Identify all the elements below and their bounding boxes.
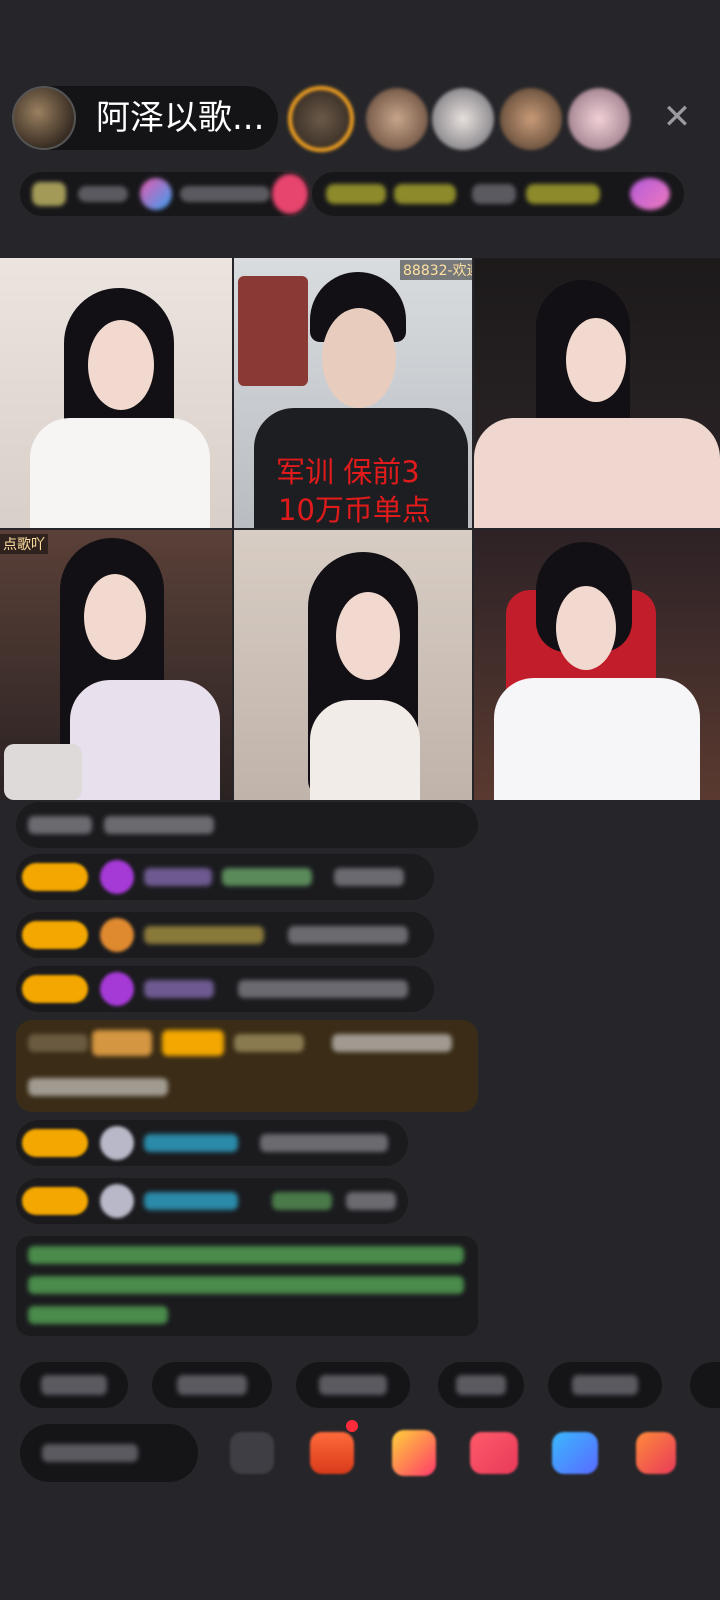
more-icon[interactable] [636,1432,676,1474]
chat-message[interactable] [16,966,434,1012]
activity-strip[interactable] [312,172,684,216]
game-icon[interactable] [552,1432,598,1474]
viewer-avatar[interactable] [568,88,630,150]
viewer-avatar[interactable] [432,88,494,150]
chat-message[interactable] [16,1120,408,1166]
quick-reply-4[interactable] [438,1362,524,1408]
notification-dot [346,1420,358,1432]
chat-message[interactable] [16,1178,408,1224]
promo-overlay-line2: 10万币单点 [278,493,431,527]
emoji-icon[interactable] [230,1432,274,1474]
chat-input-button[interactable] [20,1424,198,1482]
gift-icon[interactable] [470,1432,518,1474]
host-avatar[interactable] [12,86,76,150]
ticker-text: 点歌吖 [0,534,48,554]
quick-reply-2[interactable] [152,1362,272,1408]
gift-box-icon[interactable] [392,1430,436,1476]
quick-reply-6[interactable] [690,1362,720,1408]
quick-reply-3[interactable] [296,1362,410,1408]
viewer-avatar[interactable] [500,88,562,150]
video-tile-2[interactable]: 军训 保前3 10万币单点 88832-欢迎 [234,258,472,528]
rank-strip[interactable] [20,172,310,216]
video-tile-1[interactable] [0,258,232,528]
video-tile-5[interactable] [234,530,472,800]
host-name[interactable]: 阿泽以歌... [96,96,264,140]
close-icon[interactable]: ✕ [660,100,694,134]
ticker-text: 88832-欢迎 [400,260,472,280]
chat-message[interactable] [16,802,478,848]
promo-overlay-line1: 军训 保前3 [276,455,420,489]
gift-banner[interactable] [16,1020,478,1112]
system-notice [16,1236,478,1336]
chat-message[interactable] [16,912,434,958]
shop-icon[interactable] [310,1432,354,1474]
video-tile-4[interactable]: 点歌吖 [0,530,232,800]
chat-message[interactable] [16,854,434,900]
video-tile-3[interactable] [474,258,720,528]
quick-reply-1[interactable] [20,1362,128,1408]
viewer-avatar[interactable] [288,86,354,152]
viewer-avatar[interactable] [366,88,428,150]
quick-reply-5[interactable] [548,1362,662,1408]
video-tile-6[interactable] [474,530,720,800]
